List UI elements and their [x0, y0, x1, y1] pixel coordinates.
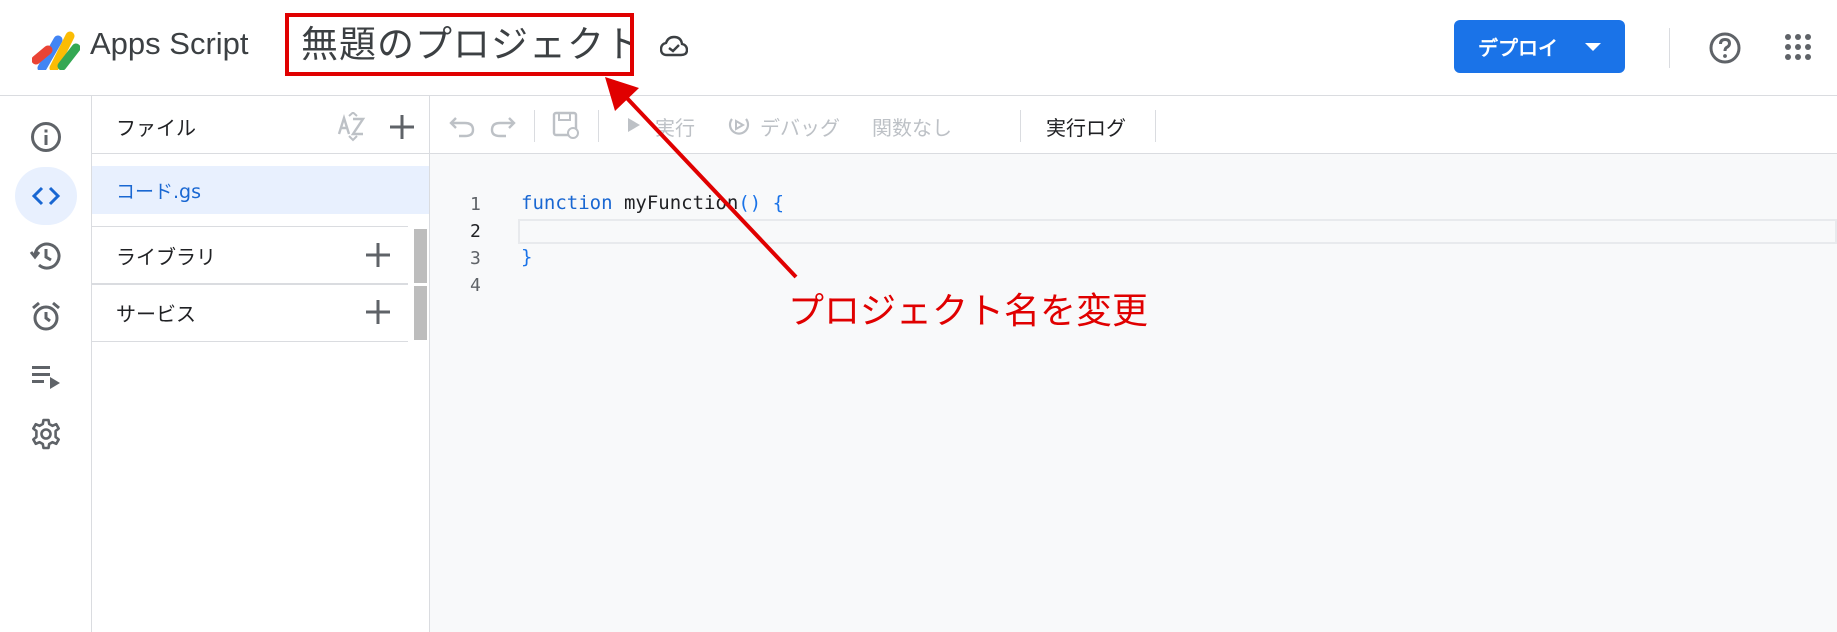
nav-triggers[interactable] [15, 287, 77, 345]
services-label: サービス [116, 302, 196, 326]
left-nav [0, 96, 92, 632]
add-file-icon[interactable] [386, 111, 418, 143]
info-icon [31, 122, 61, 152]
deploy-button[interactable]: デプロイ [1454, 20, 1625, 73]
play-icon [628, 118, 640, 132]
apps-script-logo-icon[interactable] [32, 28, 80, 70]
line-number: 4 [470, 275, 481, 296]
execution-log-button[interactable]: 実行ログ [1046, 112, 1126, 141]
code-keyword: function [521, 192, 613, 214]
project-title[interactable]: 無題のプロジェクト [285, 13, 634, 76]
line-number: 3 [470, 248, 481, 269]
alarm-icon [32, 301, 60, 331]
current-line-highlight [518, 219, 1837, 244]
code-editor[interactable]: 1 2 3 4 function myFunction() { } [430, 154, 1837, 632]
nav-settings[interactable] [15, 405, 77, 463]
file-name: コード.gs [116, 181, 201, 203]
debug-icon [728, 118, 750, 135]
run-button[interactable]: 実行 [655, 112, 695, 141]
undo-icon[interactable] [447, 110, 477, 140]
libraries-label: ライブラリ [116, 245, 216, 269]
code-punctuation: } [521, 246, 533, 268]
files-header: ファイル [92, 96, 429, 154]
cloud-check-icon [660, 35, 688, 57]
toolbar-divider [598, 110, 599, 142]
toolbar-divider [534, 110, 535, 142]
services-section: サービス [92, 283, 427, 342]
debug-button[interactable]: デバッグ [760, 112, 840, 141]
executions-icon [32, 366, 60, 389]
code-punctuation: () { [738, 192, 785, 214]
toolbar-divider [1155, 110, 1156, 142]
nav-history[interactable] [15, 227, 77, 285]
files-panel: ファイル コード.gs ライブラリ サービス [92, 96, 430, 632]
save-icon[interactable] [551, 110, 581, 140]
gear-icon [31, 418, 60, 450]
toolbar-divider [1020, 110, 1021, 142]
scrollbar[interactable] [414, 229, 427, 283]
deploy-button-label: デプロイ [1478, 36, 1558, 60]
history-icon [29, 242, 61, 270]
annotation-text: プロジェクト名を変更 [788, 291, 1149, 332]
redo-icon[interactable] [488, 110, 518, 140]
line-number: 1 [470, 194, 481, 215]
apps-grid-icon[interactable] [1784, 33, 1812, 61]
help-icon[interactable] [1708, 31, 1742, 65]
add-service-icon[interactable] [362, 296, 394, 328]
line-number: 2 [470, 221, 481, 242]
code-function-name: myFunction [612, 192, 739, 214]
file-item[interactable]: コード.gs [92, 166, 429, 214]
code-line[interactable]: function myFunction() { [521, 192, 784, 214]
app-name[interactable]: Apps Script [90, 26, 249, 62]
caret-down-icon [1585, 43, 1601, 51]
function-select[interactable]: 関数なし [872, 112, 952, 141]
libraries-section: ライブラリ [92, 226, 427, 285]
top-bar: Apps Script 無題のプロジェクト デプロイ [0, 0, 1837, 96]
nav-overview[interactable] [15, 108, 77, 166]
divider [1669, 28, 1670, 68]
code-icon [31, 186, 61, 206]
code-line[interactable]: } [521, 246, 532, 268]
scrollbar[interactable] [414, 286, 427, 340]
sort-az-icon[interactable] [336, 112, 370, 142]
nav-executions[interactable] [15, 346, 77, 404]
files-title: ファイル [116, 116, 196, 140]
editor-toolbar: 実行 デバッグ 関数なし 実行ログ [430, 96, 1837, 154]
add-library-icon[interactable] [362, 239, 394, 271]
nav-editor[interactable] [15, 167, 77, 225]
